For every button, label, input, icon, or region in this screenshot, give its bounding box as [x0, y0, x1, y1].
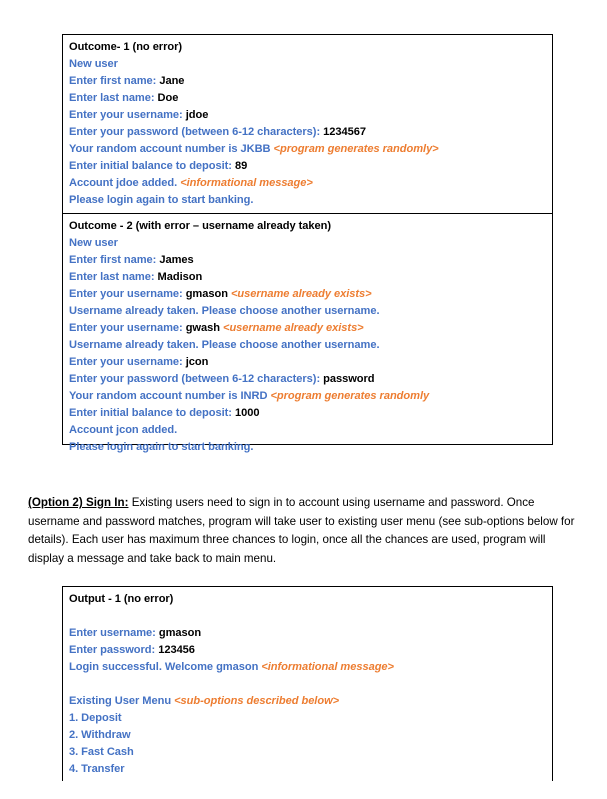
outcome-2-cell: Outcome - 2 (with error – username alrea…: [63, 213, 552, 460]
console-line: New user: [69, 56, 552, 73]
console-user-input: 1234567: [323, 126, 366, 138]
console-annotation: <username already exists>: [227, 288, 372, 300]
console-prompt: Enter your username:: [69, 109, 186, 121]
console-prompt: Enter initial balance to deposit:: [69, 160, 235, 172]
console-prompt: New user: [69, 237, 118, 249]
console-prompt: Enter your password (between 6-12 charac…: [69, 373, 324, 385]
output-example-box: Output - 1 (no error) Enter username: gm…: [62, 586, 553, 781]
console-line: Username already taken. Please choose an…: [69, 337, 552, 354]
console-annotation: <username already exists>: [219, 322, 364, 334]
console-annotation: <informational message>: [180, 177, 313, 189]
outcome-examples-box: Outcome- 1 (no error) New user Enter firs…: [62, 34, 553, 453]
console-prompt: New user: [69, 58, 118, 70]
console-prompt: Login successful. Welcome gmason: [69, 661, 262, 673]
console-user-input: James: [159, 254, 194, 266]
output-1-cell: Output - 1 (no error) Enter username: gm…: [63, 587, 552, 782]
console-user-input: gmason: [158, 627, 202, 639]
console-line: Your random account number is JKBB <prog…: [69, 141, 552, 158]
console-user-input: 123456: [158, 644, 195, 656]
console-prompt: Please login again to start banking.: [69, 441, 254, 453]
console-prompt: 1. Deposit: [69, 712, 122, 724]
output-1-lines: Enter username: gmason Enter password: 12…: [69, 608, 552, 778]
console-prompt: Enter last name:: [69, 271, 158, 283]
console-line: Enter last name: Doe: [69, 90, 552, 107]
console-user-input: Jane: [159, 75, 185, 87]
console-prompt: Please login again to start banking.: [69, 194, 254, 206]
console-prompt: Your random account number is JKBB: [69, 143, 274, 155]
console-line: 1. Deposit: [69, 710, 552, 727]
console-line: Username already taken. Please choose an…: [69, 303, 552, 320]
console-user-input: 1000: [234, 407, 260, 419]
console-prompt: Your random account number is INRD: [69, 390, 271, 402]
console-line: Existing User Menu <sub-options describe…: [69, 693, 552, 710]
console-line: Enter your username: jcon: [69, 354, 552, 371]
console-prompt: Username already taken. Please choose an…: [69, 305, 380, 317]
console-line: New user: [69, 235, 552, 252]
console-user-input: 89: [234, 160, 248, 172]
console-annotation: <sub-options described below>: [174, 695, 340, 707]
console-line: Enter your username: gwash <username alr…: [69, 320, 552, 337]
console-line: Enter your username: gmason <username al…: [69, 286, 552, 303]
sign-in-heading: (Option 2) Sign In:: [28, 496, 129, 509]
console-user-input: jcon: [185, 356, 209, 368]
outcome-1-title: Outcome- 1 (no error): [69, 41, 182, 53]
console-user-input: password: [323, 373, 375, 385]
console-prompt: Existing User Menu: [69, 695, 175, 707]
console-user-input: Doe: [157, 92, 179, 104]
console-line: Enter your password (between 6-12 charac…: [69, 124, 552, 141]
console-prompt: Enter your username:: [69, 288, 186, 300]
console-annotation: <informational message>: [261, 661, 394, 673]
console-line: Enter username: gmason: [69, 625, 552, 642]
console-line: 2. Withdraw: [69, 727, 552, 744]
console-annotation: <program generates randomly>: [273, 143, 439, 155]
console-user-input: jdoe: [185, 109, 209, 121]
outcome-1-lines: New user Enter first name: Jane Enter last…: [69, 56, 552, 209]
console-line: 4. Transfer: [69, 761, 552, 778]
console-prompt: 2. Withdraw: [69, 729, 131, 741]
console-user-input: gmason: [185, 288, 228, 300]
console-annotation: <program generates randomly: [270, 390, 430, 402]
console-line: Enter first name: Jane: [69, 73, 552, 90]
console-prompt: Enter first name:: [69, 254, 160, 266]
console-line: Enter last name: Madison: [69, 269, 552, 286]
sign-in-description: (Option 2) Sign In: Existing users need …: [28, 494, 580, 568]
console-line: Please login again to start banking.: [69, 192, 552, 209]
console-prompt: 4. Transfer: [69, 763, 125, 775]
console-line: Enter initial balance to deposit: 1000: [69, 405, 552, 422]
console-prompt: Enter last name:: [69, 92, 158, 104]
output-1-title: Output - 1 (no error): [69, 593, 174, 605]
console-line: 3. Fast Cash: [69, 744, 552, 761]
console-prompt: Enter your username:: [69, 322, 186, 334]
console-prompt: Account jdoe added.: [69, 177, 181, 189]
console-line: Your random account number is INRD <prog…: [69, 388, 552, 405]
console-line: Enter your password (between 6-12 charac…: [69, 371, 552, 388]
outcome-2-title: Outcome - 2 (with error – username alrea…: [69, 220, 332, 232]
console-prompt: Enter first name:: [69, 75, 160, 87]
console-prompt: Account jcon added.: [69, 424, 178, 436]
console-prompt: 3. Fast Cash: [69, 746, 134, 758]
console-prompt: Enter your password (between 6-12 charac…: [69, 126, 324, 138]
console-line: Account jcon added.: [69, 422, 552, 439]
console-line: Enter password: 123456: [69, 642, 552, 659]
console-line: Login successful. Welcome gmason <inform…: [69, 659, 552, 676]
outcome-2-lines: New user Enter first name: James Enter las…: [69, 235, 552, 456]
console-prompt: Enter initial balance to deposit:: [69, 407, 235, 419]
console-line: Enter first name: James: [69, 252, 552, 269]
console-prompt: Enter password:: [69, 644, 159, 656]
console-user-input: gwash: [185, 322, 220, 334]
console-line: Please login again to start banking.: [69, 439, 552, 456]
console-prompt: Enter username:: [69, 627, 159, 639]
console-spacer: [69, 676, 552, 693]
console-prompt: Enter your username:: [69, 356, 186, 368]
console-line: Enter your username: jdoe: [69, 107, 552, 124]
console-prompt: Username already taken. Please choose an…: [69, 339, 380, 351]
console-user-input: Madison: [157, 271, 203, 283]
outcome-1-cell: Outcome- 1 (no error) New user Enter firs…: [63, 35, 552, 213]
console-spacer: [69, 608, 552, 625]
console-line: Enter initial balance to deposit: 89: [69, 158, 552, 175]
console-line: Account jdoe added. <informational messa…: [69, 175, 552, 192]
